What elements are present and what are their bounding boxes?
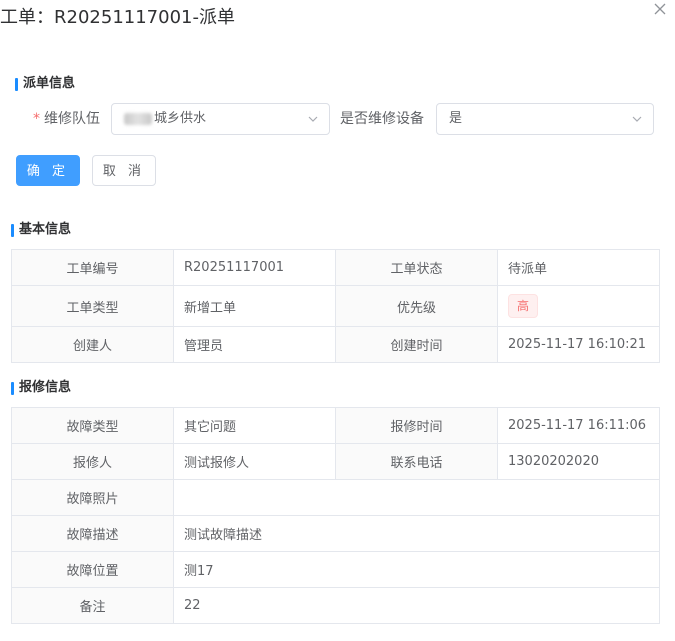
field-value (173, 479, 660, 516)
cancel-button[interactable]: 取 消 (92, 155, 156, 186)
team-label-text: 维修队伍 (44, 111, 100, 127)
table-row: 备注 22 (11, 587, 660, 624)
field-key: 故障类型 (11, 407, 174, 444)
team-select-value-text: 城乡供水 (154, 111, 207, 126)
field-value: 待派单 (497, 249, 660, 286)
table-row: 故障描述 测试故障描述 (11, 515, 660, 552)
equip-select-value: 是 (449, 111, 463, 126)
field-key: 创建人 (11, 326, 174, 363)
field-value: 测试故障描述 (173, 515, 660, 552)
field-value: 13020202020 (497, 443, 660, 480)
field-key: 报修人 (11, 443, 174, 480)
field-key: 联系电话 (335, 443, 498, 480)
repair-info-table: 故障类型 其它问题 报修时间 2025-11-17 16:11:06 报修人 测… (11, 407, 660, 624)
field-value: 测试报修人 (173, 443, 336, 480)
table-row: 故障位置 测17 (11, 551, 660, 588)
team-label: * 维修队伍 (33, 103, 100, 135)
equip-select[interactable]: 是 (436, 103, 654, 135)
blurred-text (124, 112, 152, 125)
field-key: 工单编号 (11, 249, 174, 286)
section-title-repair: 报修信息 (11, 380, 71, 396)
table-row: 工单编号 R20251117001 工单状态 待派单 (11, 249, 660, 286)
field-key: 优先级 (335, 285, 498, 327)
team-select[interactable]: 城乡供水 (111, 103, 330, 135)
table-row: 工单类型 新增工单 优先级 高 (11, 285, 660, 327)
equip-label: 是否维修设备 (340, 111, 424, 127)
section-title-dispatch: 派单信息 (15, 76, 75, 92)
table-row: 故障照片 (11, 479, 660, 516)
field-value: 22 (173, 587, 660, 624)
priority-badge: 高 (508, 294, 539, 318)
field-key: 工单类型 (11, 285, 174, 327)
field-key: 创建时间 (335, 326, 498, 363)
field-value: 2025-11-17 16:11:06 (497, 407, 660, 444)
field-value: 高 (497, 285, 660, 327)
field-key: 故障照片 (11, 479, 174, 516)
field-value: 测17 (173, 551, 660, 588)
field-value: 2025-11-17 16:10:21 (497, 326, 660, 363)
field-key: 备注 (11, 587, 174, 624)
field-key: 故障位置 (11, 551, 174, 588)
confirm-button[interactable]: 确 定 (16, 155, 80, 186)
team-select-value: 城乡供水 (124, 104, 206, 134)
field-value: 其它问题 (173, 407, 336, 444)
dialog-title: 工单：R20251117001-派单 (0, 7, 235, 28)
field-value: 管理员 (173, 326, 336, 363)
table-row: 故障类型 其它问题 报修时间 2025-11-17 16:11:06 (11, 407, 660, 444)
basic-info-table: 工单编号 R20251117001 工单状态 待派单 工单类型 新增工单 优先级… (11, 249, 660, 363)
close-icon[interactable] (653, 2, 669, 18)
table-row: 创建人 管理员 创建时间 2025-11-17 16:10:21 (11, 326, 660, 363)
field-key: 故障描述 (11, 515, 174, 552)
field-value: R20251117001 (173, 249, 336, 286)
required-mark: * (33, 111, 40, 127)
chevron-down-icon (308, 116, 318, 122)
section-title-basic: 基本信息 (11, 222, 71, 238)
chevron-down-icon (632, 116, 642, 122)
field-key: 报修时间 (335, 407, 498, 444)
field-key: 工单状态 (335, 249, 498, 286)
table-row: 报修人 测试报修人 联系电话 13020202020 (11, 443, 660, 480)
field-value: 新增工单 (173, 285, 336, 327)
